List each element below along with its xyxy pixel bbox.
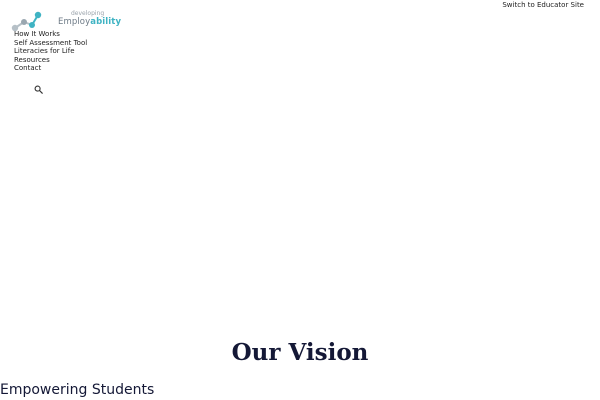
nav-item-literacies-for-life[interactable]: Literacies for Life	[14, 47, 87, 56]
nav-item-resources[interactable]: Resources	[14, 56, 87, 65]
page-title: Our Vision	[231, 339, 369, 366]
search-button[interactable]	[34, 79, 43, 94]
switch-to-educator-site-link[interactable]: Switch to Educator Site	[502, 1, 584, 9]
nav-item-how-it-works[interactable]: How It Works	[14, 30, 87, 39]
nav-item-contact[interactable]: Contact	[14, 64, 87, 73]
nav-item-self-assessment-tool[interactable]: Self Assessment Tool	[14, 39, 87, 48]
main-nav: How It Works Self Assessment Tool Litera…	[14, 30, 87, 73]
logo-wordmark: developing Employability	[58, 11, 121, 27]
section-subtitle: Empowering Students	[0, 382, 155, 398]
logo-main-text-part: Employ	[58, 17, 91, 27]
logo-accent-text: ability	[90, 17, 122, 27]
search-icon	[34, 85, 43, 94]
logo-main-text: Employability	[58, 18, 121, 27]
page: developing Employability Switch to Educa…	[0, 0, 600, 400]
